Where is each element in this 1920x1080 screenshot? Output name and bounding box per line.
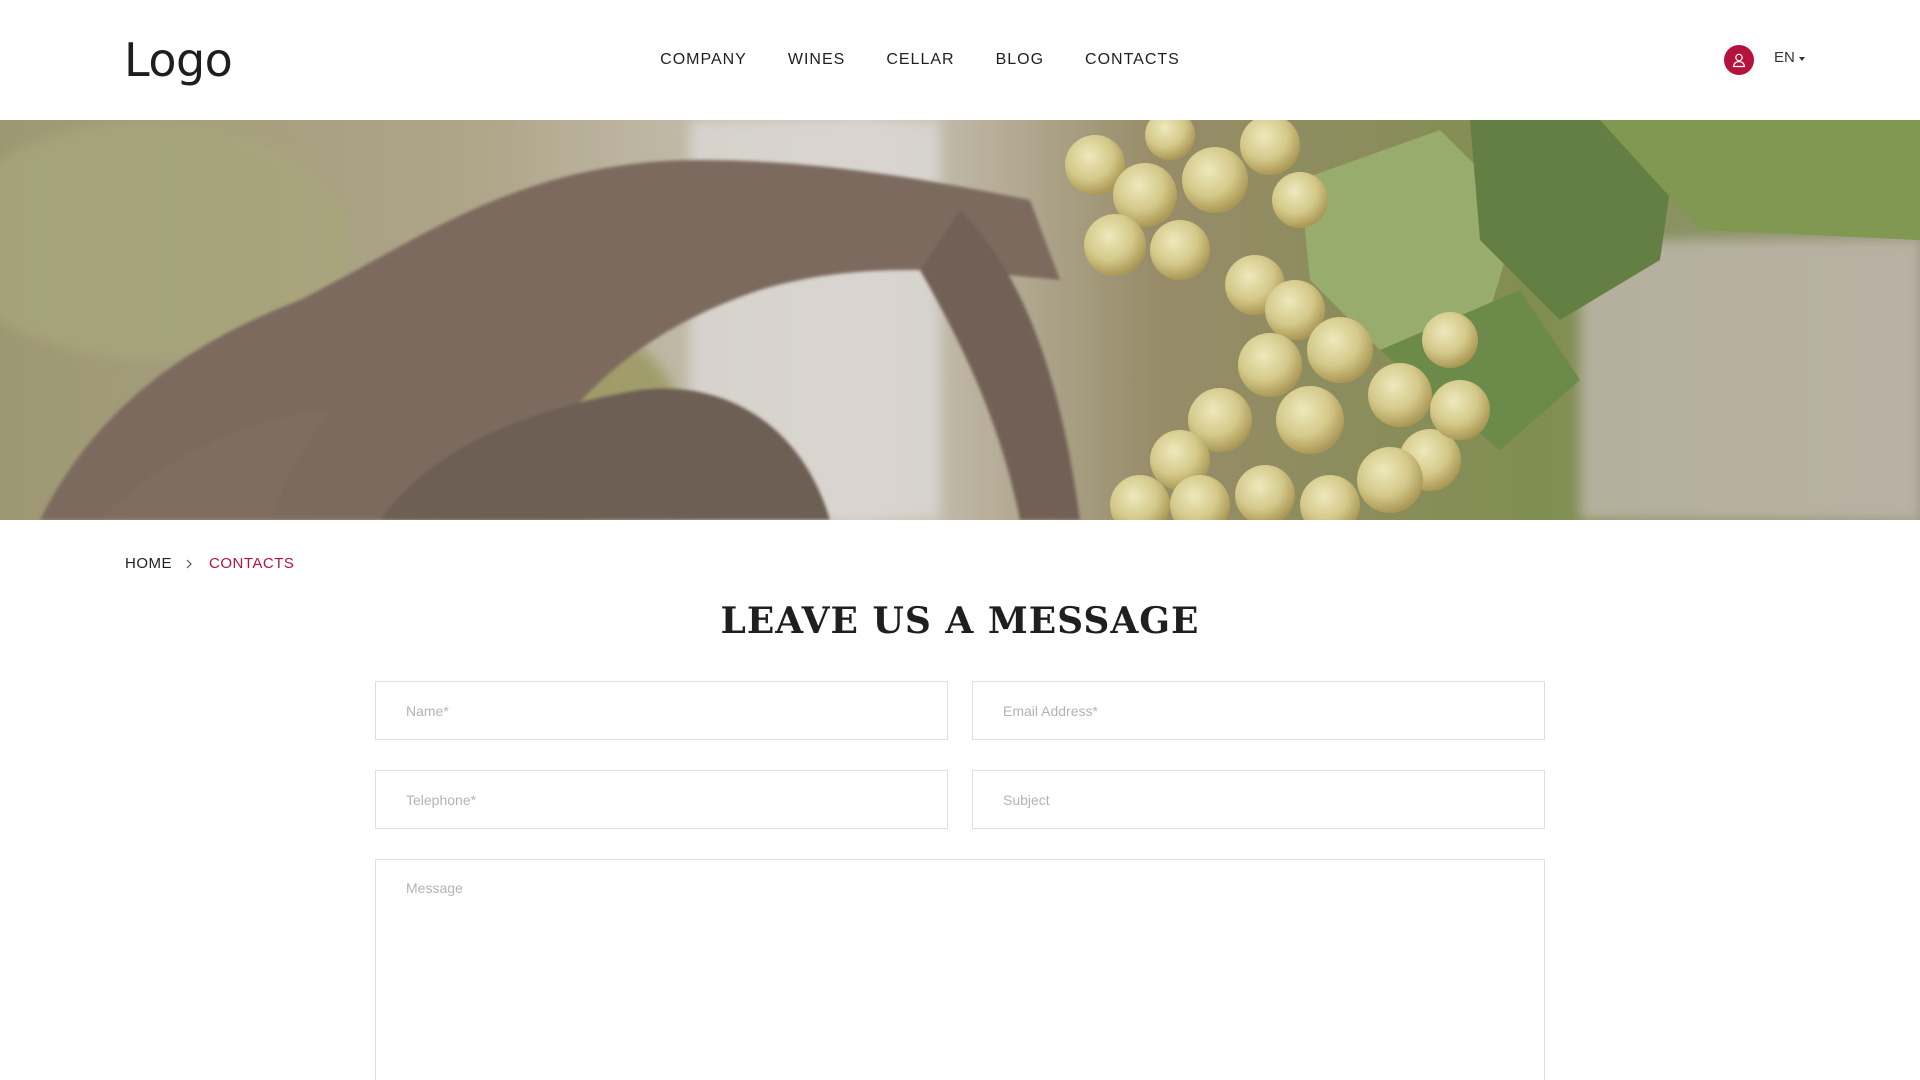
caret-down-icon (1798, 56, 1805, 61)
nav-item-wines[interactable]: WINES (788, 51, 845, 69)
main-nav: COMPANY WINES CELLAR BLOG CONTACTS (0, 0, 1920, 120)
breadcrumb-home-link[interactable]: HOME (125, 555, 172, 572)
language-selector[interactable]: EN (1774, 49, 1805, 66)
subject-field[interactable] (972, 770, 1545, 829)
nav-item-cellar[interactable]: CELLAR (886, 51, 954, 69)
breadcrumb-current: CONTACTS (209, 555, 295, 572)
message-field[interactable] (375, 859, 1545, 1080)
language-label: EN (1774, 49, 1795, 66)
user-icon (1732, 53, 1746, 68)
nav-item-contacts[interactable]: CONTACTS (1085, 51, 1180, 69)
nav-item-blog[interactable]: BLOG (996, 51, 1044, 69)
grapes-on-vine-image (0, 120, 1920, 520)
page-title: LEAVE US A MESSAGE (720, 600, 1200, 642)
name-field[interactable] (375, 681, 948, 740)
nav-item-company[interactable]: COMPANY (660, 51, 747, 69)
breadcrumb: HOME CONTACTS (125, 555, 294, 572)
chevron-right-icon (186, 559, 192, 569)
email-field[interactable] (972, 681, 1545, 740)
site-header: Logo COMPANY WINES CELLAR BLOG CONTACTS … (0, 0, 1920, 120)
hero-banner (0, 120, 1920, 520)
user-account-button[interactable] (1724, 45, 1754, 75)
telephone-field[interactable] (375, 770, 948, 829)
